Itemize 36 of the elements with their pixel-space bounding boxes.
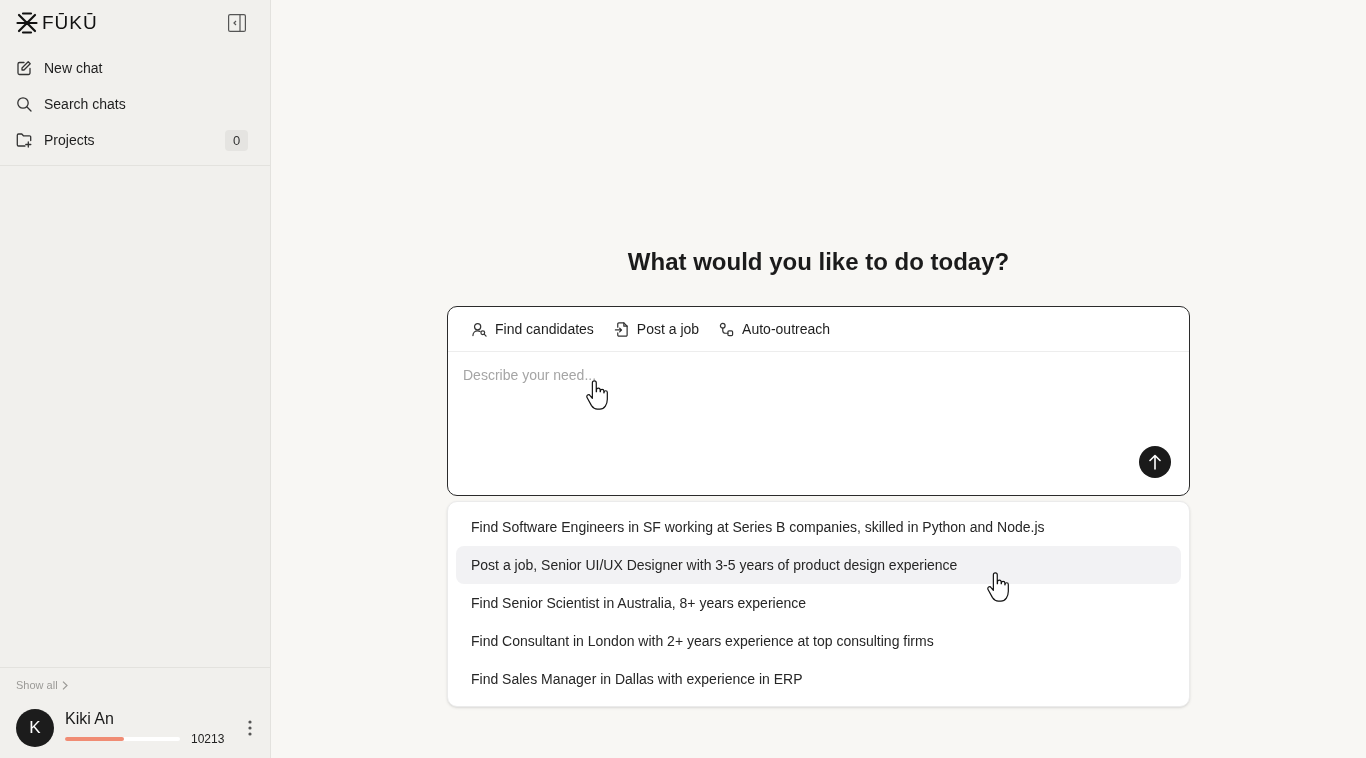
composer-tab[interactable]: Auto-outreach [719,319,831,339]
logo-wordmark: FŪKŪ [42,12,98,34]
search-icon [16,96,32,112]
user-name: Kiki An [65,709,115,729]
composer-tab[interactable]: Find candidates [472,319,594,339]
more-options-icon[interactable] [248,720,252,736]
send-button[interactable] [1139,446,1171,478]
credits-count: 10213 [191,731,225,747]
suggestion-item[interactable]: Find Sales Manager in Dallas with experience in ERP [456,660,1181,698]
nav-label: Projects [44,131,96,150]
pencil-square-icon [16,60,32,76]
hand-cursor-icon [986,570,1012,604]
suggestion-item[interactable]: Find Software Engineers in SF working at Series B companies, skilled in Python and Node.js [456,508,1181,546]
sidebar-nav-item[interactable]: Projects 0 [0,122,270,158]
logo-mark-icon [16,12,38,34]
linked-nodes-icon [719,321,735,337]
hand-cursor-icon [585,378,611,412]
sidebar-nav-item[interactable]: New chat [0,50,270,86]
sidebar-toggle-icon[interactable] [228,14,246,32]
message-composer[interactable]: Find candidates Post a job Auto-outreach Describe your need... [447,306,1190,496]
nav-label: Search chats [44,95,127,114]
person-search-icon [472,321,487,337]
folder-plus-icon [16,132,32,148]
projects-count: 0 [225,129,248,151]
suggestion-item[interactable]: Find Consultant in London with 2+ years experience at top consulting firms [456,622,1181,660]
composer-tab[interactable]: Post a job [613,319,700,339]
suggestion-item[interactable]: Post a job, Senior UI/UX Designer with 3-5 years of product design experience [456,546,1181,584]
nav-label: New chat [44,59,104,78]
page-heading: What would you like to do today? [627,247,1010,277]
user-avatar[interactable]: K [16,709,54,747]
message-input[interactable]: Describe your need... [448,352,1189,440]
arrow-up-icon [1149,454,1161,470]
sidebar-nav-item[interactable]: Search chats [0,86,270,122]
chevron-right-icon [61,680,68,690]
suggestion-item[interactable]: Find Senior Scientist in Australia, 8+ years experience [456,584,1181,622]
file-arrow-icon [613,321,629,337]
